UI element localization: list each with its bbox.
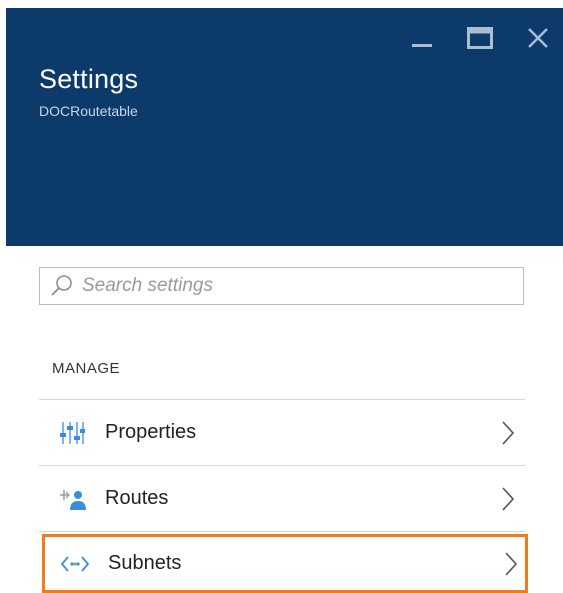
- chevron-right-icon: [505, 552, 518, 576]
- list-item-properties[interactable]: Properties: [39, 400, 525, 465]
- list-item-label: Properties: [105, 421, 197, 443]
- section-heading-manage: MANAGE: [52, 360, 121, 377]
- chevron-right-icon: [502, 421, 515, 445]
- blade-title: Settings: [39, 64, 139, 94]
- minimize-button[interactable]: [407, 23, 437, 53]
- settings-blade: Settings DOCRoutetable MANAGE: [6, 0, 563, 593]
- window-controls: [407, 23, 553, 53]
- settings-list: Properties Routes Subnets: [39, 399, 528, 593]
- search-icon: [51, 275, 72, 296]
- divider: [39, 531, 525, 532]
- maximize-icon: [467, 27, 493, 49]
- search-box[interactable]: [39, 267, 524, 305]
- minimize-icon: [412, 44, 432, 47]
- list-item-subnets[interactable]: Subnets: [42, 534, 528, 593]
- list-item-label: Routes: [105, 487, 169, 509]
- list-item-label: Subnets: [108, 552, 182, 574]
- close-button[interactable]: [523, 23, 553, 53]
- search-input[interactable]: [80, 268, 504, 304]
- close-icon: [528, 28, 548, 48]
- list-item-routes[interactable]: Routes: [39, 466, 525, 531]
- blade-subtitle: DOCRoutetable: [39, 103, 138, 119]
- chevron-right-icon: [502, 487, 515, 511]
- maximize-button[interactable]: [465, 23, 495, 53]
- properties-icon: [57, 420, 87, 446]
- subnets-icon: [60, 554, 90, 574]
- routes-icon: [57, 486, 87, 512]
- blade-header: Settings DOCRoutetable: [6, 8, 563, 246]
